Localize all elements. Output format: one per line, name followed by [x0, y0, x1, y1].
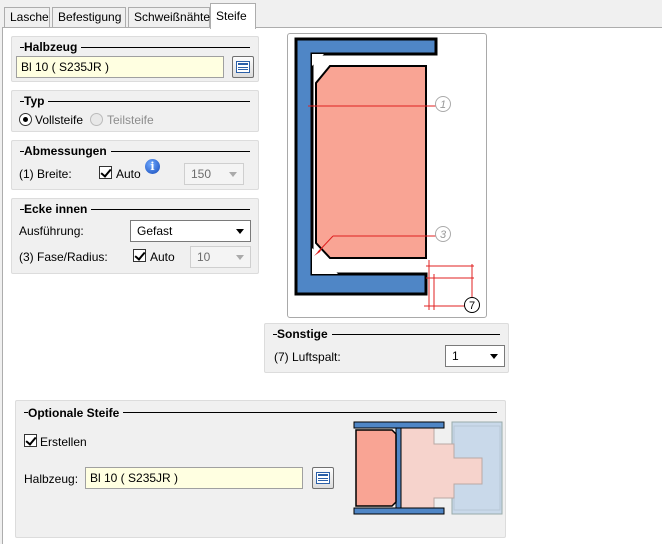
gap-corner-top [312, 54, 324, 66]
stiffener-drawing: 1 3 7 [294, 37, 480, 313]
callout-7: 7 [469, 300, 475, 312]
group-divider [20, 101, 250, 102]
catalog-icon [316, 472, 330, 484]
breite-combo[interactable]: 150 [184, 163, 244, 185]
optional-stiffener-preview [353, 421, 503, 515]
chevron-down-icon [236, 229, 244, 234]
catalog-icon [236, 61, 250, 73]
group-title-halbzeug: Halbzeug [24, 40, 82, 54]
tab-bar: Lasche Befestigung Schweißnähte Steife [0, 0, 662, 29]
group-typ: Typ Vollsteife Teilsteife [11, 90, 259, 132]
group-abmessungen: Abmessungen (1) Breite: Auto i 150 [11, 140, 259, 190]
tab-befestigung[interactable]: Befestigung [52, 7, 126, 27]
chevron-down-icon [490, 354, 498, 359]
breite-value: 150 [191, 167, 212, 181]
halbzeug-library-button[interactable] [232, 56, 254, 78]
optional-halbzeug-label: Halbzeug: [24, 472, 79, 486]
radio-vollsteife-label: Vollsteife [35, 113, 84, 127]
group-optionale-steife: Optionale Steife Erstellen Halbzeug: Bl … [15, 400, 506, 538]
group-title-typ: Typ [24, 94, 49, 108]
preview-stiffener-plate [355, 429, 397, 507]
tab-lasche[interactable]: Lasche [4, 7, 50, 27]
luftspalt-label: (7) Luftspalt: [274, 350, 341, 364]
group-title-sonstige: Sonstige [277, 327, 332, 341]
group-sonstige: Sonstige (7) Luftspalt: 1 [264, 323, 509, 373]
ausfuehrung-value: Gefast [137, 224, 173, 238]
luftspalt-combo[interactable]: 1 [445, 345, 505, 367]
halbzeug-field[interactable]: Bl 10 ( S235JR ) [16, 56, 224, 78]
breite-label: (1) Breite: [19, 167, 72, 181]
group-ecke-innen: Ecke innen Ausführung: Gefast (3) Fase/R… [11, 198, 259, 274]
optional-halbzeug-field[interactable]: Bl 10 ( S235JR ) [85, 467, 303, 489]
preview-flange-top [353, 421, 445, 429]
radio-teilsteife-label: Teilsteife [107, 113, 154, 127]
ausfuehrung-combo[interactable]: Gefast [130, 220, 251, 242]
fase-radius-label: (3) Fase/Radius: [19, 250, 108, 264]
optional-halbzeug-library-button[interactable] [312, 467, 334, 489]
callout-3: 3 [440, 229, 447, 241]
group-title-abmessungen: Abmessungen [24, 144, 111, 158]
group-title-optionale-steife: Optionale Steife [28, 406, 124, 420]
tab-schweissnaehte[interactable]: Schweißnähte [128, 7, 210, 27]
preview-flange-bottom [353, 507, 445, 515]
breite-auto-checkbox[interactable] [99, 166, 112, 179]
erstellen-checkbox[interactable] [24, 434, 37, 447]
luftspalt-value: 1 [452, 349, 459, 363]
info-icon[interactable]: i [145, 159, 160, 174]
breite-auto-label: Auto [116, 167, 141, 181]
chevron-down-icon [229, 172, 237, 177]
callout-1: 1 [440, 99, 446, 111]
stiffener-plate [315, 65, 427, 259]
radio-vollsteife[interactable] [19, 113, 32, 126]
tab-steife[interactable]: Steife [210, 3, 256, 29]
fase-auto-checkbox[interactable] [133, 249, 146, 262]
ausfuehrung-label: Ausführung: [19, 224, 84, 238]
stiffener-diagram: 1 3 7 [287, 33, 487, 318]
fase-value: 10 [197, 250, 211, 264]
fase-combo[interactable]: 10 [190, 246, 251, 268]
fase-auto-label: Auto [150, 250, 175, 264]
group-halbzeug: Halbzeug Bl 10 ( S235JR ) [11, 36, 259, 82]
erstellen-label: Erstellen [40, 435, 87, 449]
radio-teilsteife[interactable] [90, 113, 103, 126]
group-title-ecke-innen: Ecke innen [24, 202, 92, 216]
chevron-down-icon [236, 255, 244, 260]
